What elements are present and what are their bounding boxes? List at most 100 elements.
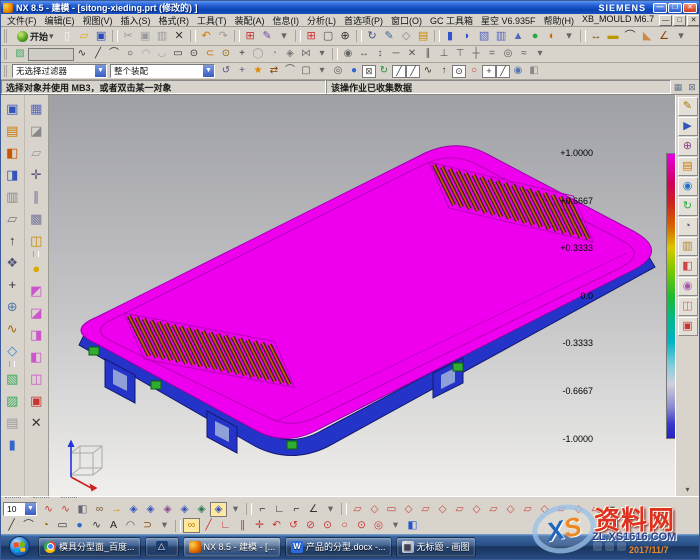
note-icon[interactable]: ▤ [2,411,22,433]
window-red-icon[interactable]: ▣ [678,317,698,336]
menu-item[interactable]: 插入(S) [117,14,155,27]
box-open-icon[interactable]: ◫ [26,229,46,251]
mold-tool5-icon[interactable]: ◇ [570,502,587,517]
touch-icon[interactable]: ◫ [678,297,698,316]
taskbar-button-paint[interactable]: ▦ 无标题 - 画图 [396,537,476,557]
constraint-horizontal-icon[interactable]: ─ [388,47,404,61]
menu-item[interactable]: 工具(T) [193,14,231,27]
constraint-navigator-icon[interactable]: ⊕ [678,137,698,156]
studio-spline-icon[interactable]: ∿ [74,47,90,61]
circle-red-icon[interactable]: ○ [336,518,353,533]
constraint-tangent-icon[interactable]: ⊤ [452,47,468,61]
measure-arc-icon[interactable]: ⌒ [622,29,639,44]
menu-item[interactable]: 编辑(E) [41,14,79,27]
overflow-icon[interactable]: ▾ [532,47,548,61]
mold-tool4-icon[interactable]: ▱ [553,502,570,517]
menu-item[interactable]: 首选项(P) [340,14,387,27]
probe-icon[interactable]: ⊕ [2,295,22,317]
copy-icon[interactable]: ▣ [137,29,154,44]
constraint-midpoint-icon[interactable]: ┼ [468,47,484,61]
part-navigator-icon[interactable]: ▤ [678,157,698,176]
datum-plane-icon[interactable]: ◇ [398,29,415,44]
arc-upper-icon[interactable]: ◠ [138,47,154,61]
runner-icon[interactable]: ▱ [451,502,468,517]
undo-curve-icon[interactable]: ↶ [268,518,285,533]
text-icon[interactable]: A [105,518,122,533]
mold-split4-icon[interactable]: ◈ [176,502,193,517]
swap-icon[interactable]: ⇄ [266,64,282,78]
reuse-library-icon[interactable]: ↻ [678,197,698,216]
restore-button[interactable]: ❐ [668,3,682,13]
layers-icon[interactable]: ▤ [415,29,432,44]
select-tool-icon[interactable]: ❖ [2,251,22,273]
grid-icon[interactable]: ▩ [26,207,46,229]
snap-line2-icon[interactable]: ╱ [406,65,420,78]
shell-icon[interactable]: ◪ [26,119,46,141]
ellipse-blue-icon[interactable]: ● [71,518,88,533]
menu-item[interactable]: 窗口(O) [387,14,426,27]
mold-base-icon[interactable]: ▱ [349,502,366,517]
overflow-icon[interactable]: ▾ [604,502,621,517]
flange-icon[interactable]: ⌐ [288,502,305,517]
paste-icon[interactable]: ▥ [154,29,171,44]
list-icon[interactable]: ▥ [2,185,22,207]
loop-icon[interactable]: ↺ [285,518,302,533]
dimension-vertical-icon[interactable]: ↕ [372,47,388,61]
curve-tool-icon[interactable]: ∿ [2,317,22,339]
snap-slash-icon[interactable]: ╱ [496,65,510,78]
orient-view-icon[interactable]: ↻ [364,29,381,44]
snap-line-icon[interactable]: ╱ [392,65,406,78]
menu-item[interactable]: 视图(V) [79,14,117,27]
assembly-navigator-icon[interactable]: ▶ [678,117,698,136]
wave-link-icon[interactable]: ∞ [183,518,200,533]
overflow-icon[interactable]: ▾ [673,29,690,44]
mold-split-icon[interactable]: ◈ [125,502,142,517]
overflow-icon[interactable]: ▾ [227,502,244,517]
selection-filter-combo[interactable]: 无选择过滤器 ▼ [12,64,107,78]
mold-tool2-icon[interactable]: ▱ [519,502,536,517]
menu-item[interactable]: 文件(F) [3,14,41,27]
twist-icon[interactable]: ∿ [40,502,57,517]
mold-split5-icon[interactable]: ◈ [193,502,210,517]
circle-icon[interactable]: ○ [122,47,138,61]
close-prompt-icon[interactable]: ⊠ [685,82,699,93]
undo-icon[interactable]: ↶ [198,29,215,44]
corner-icon[interactable]: ⌐ [254,502,271,517]
mold-cavity-icon[interactable]: ◩ [26,279,46,301]
zoom-icon[interactable]: ⊕ [337,29,354,44]
rect-icon[interactable]: ▭ [54,518,71,533]
ellipse-icon[interactable]: ◯ [250,47,266,61]
curve-rule-icon[interactable]: ⌒ [282,64,298,78]
fit-view-icon[interactable]: ▣ [2,97,22,119]
trim-icon[interactable]: ⊃ [139,518,156,533]
cut-icon[interactable]: ✂ [120,29,137,44]
plus-icon[interactable]: + [234,47,250,61]
overflow-icon[interactable]: ▾ [276,29,293,44]
wireframe-view-icon[interactable]: ⊠ [362,65,376,78]
show-hide-icon[interactable]: ◎ [330,64,346,78]
arrow-up-icon[interactable]: ↑ [2,229,22,251]
save-icon[interactable]: ▣ [93,29,110,44]
revolve-icon[interactable]: ◗ [459,29,476,44]
circle-q-icon[interactable]: ◔ [37,518,54,533]
cube-orange-icon[interactable]: ◧ [2,141,22,163]
shaded-view-icon[interactable]: ● [346,64,362,78]
tab-icon[interactable]: ∠ [305,502,322,517]
mold-parting-icon[interactable]: ◧ [26,345,46,367]
star-menu-icon[interactable]: ★ [250,64,266,78]
rectangle-icon[interactable]: ▭ [170,47,186,61]
cube-blue-icon[interactable]: ◨ [2,163,22,185]
cone-icon[interactable]: ▲ [510,29,527,44]
overflow-icon[interactable]: ▾ [322,502,339,517]
offset-curve-icon[interactable]: ◔ [266,47,282,61]
palette-icon[interactable]: ▥ [678,237,698,256]
view-number-combo[interactable]: 10 ▼ [3,502,37,516]
point-icon[interactable]: ⊙ [218,47,234,61]
unite-icon[interactable]: ◐ [544,29,561,44]
mirror-icon[interactable]: ⋈ [298,47,314,61]
start-menu-button[interactable]: 开始 ▾ [12,28,59,44]
sketch-name-box[interactable] [28,48,74,61]
sketch-icon[interactable]: ✎ [381,29,398,44]
new-file-icon[interactable]: ▯ [59,29,76,44]
mold-tool6-icon[interactable]: ▱ [587,502,604,517]
